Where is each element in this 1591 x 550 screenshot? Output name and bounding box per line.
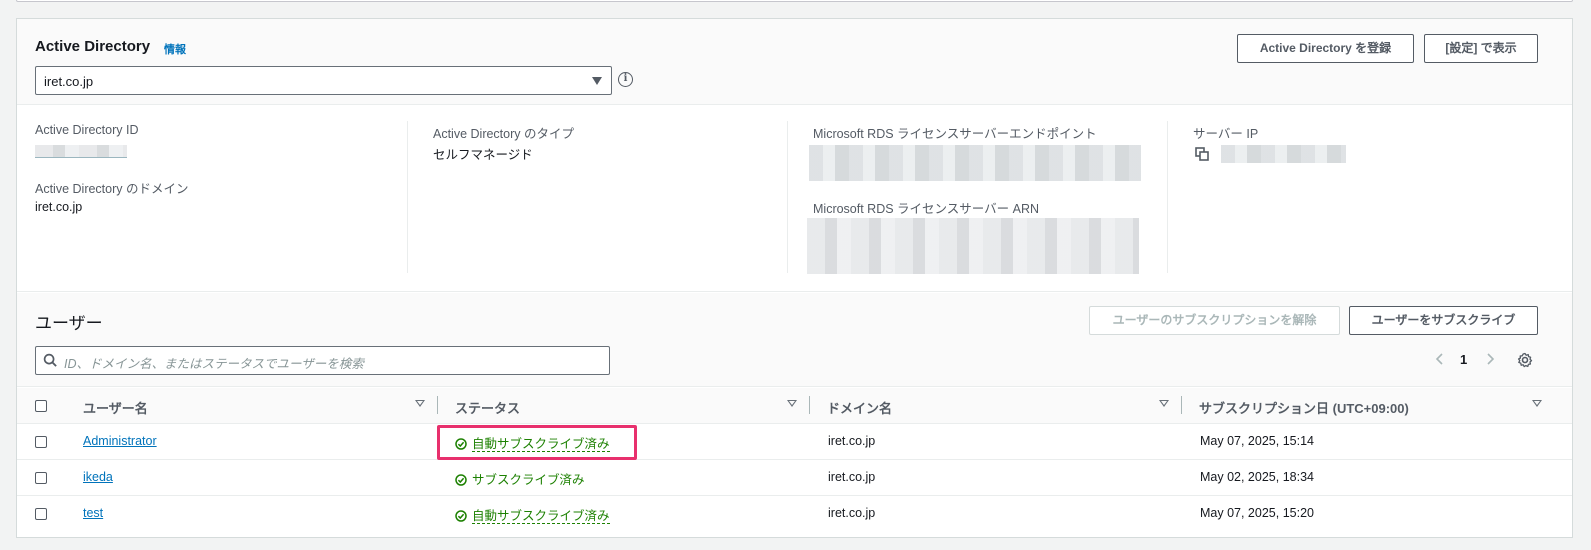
column-resizer[interactable] xyxy=(1181,396,1182,414)
column-header-domain[interactable]: ドメイン名 xyxy=(827,398,892,417)
ad-id-label: Active Directory ID xyxy=(35,123,139,137)
ad-header: Active Directory 情報 iret.co.jp i Active … xyxy=(17,19,1572,105)
subscription-date-cell: May 07, 2025, 15:14 xyxy=(1200,434,1314,448)
sort-icon[interactable] xyxy=(787,400,797,407)
status-badge: サブスクライブ済み xyxy=(455,469,585,488)
check-circle-icon xyxy=(455,510,467,522)
column-divider xyxy=(787,121,788,273)
sort-icon[interactable] xyxy=(1159,400,1169,407)
select-all-checkbox[interactable] xyxy=(35,400,47,412)
check-circle-icon xyxy=(455,474,467,486)
ad-domain-label: Active Directory のドメイン xyxy=(35,182,189,196)
column-resizer[interactable] xyxy=(809,396,810,414)
highlight-box xyxy=(437,425,637,460)
chevron-right-icon[interactable] xyxy=(1485,352,1495,366)
table-row: ikeda サブスクライブ済み iret.co.jp May 02, 2025,… xyxy=(17,460,1572,496)
view-in-settings-button[interactable]: [設定] で表示 xyxy=(1424,34,1538,63)
ad-select-value: iret.co.jp xyxy=(44,74,94,89)
rds-arn-value-redacted xyxy=(807,218,1139,274)
info-icon[interactable]: i xyxy=(618,72,633,87)
top-panel-edge xyxy=(16,0,1573,2)
server-ip-value-redacted xyxy=(1221,145,1346,163)
status-badge: 自動サブスクライブ済み xyxy=(455,505,610,524)
rds-endpoint-label: Microsoft RDS ライセンスサーバーエンドポイント xyxy=(813,127,1097,141)
column-header-subscription-date[interactable]: サブスクリプション日 (UTC+09:00) xyxy=(1199,398,1409,417)
subscribe-users-button[interactable]: ユーザーをサブスクライブ xyxy=(1349,306,1538,335)
status-text[interactable]: 自動サブスクライブ済み xyxy=(472,509,610,524)
gear-icon[interactable] xyxy=(1517,352,1533,368)
register-ad-button[interactable]: Active Directory を登録 xyxy=(1237,34,1414,63)
rds-arn-label: Microsoft RDS ライセンスサーバー ARN xyxy=(813,202,1040,216)
users-title: ユーザー xyxy=(35,314,103,333)
row-checkbox[interactable] xyxy=(35,508,47,520)
search-icon xyxy=(43,353,57,367)
chevron-left-icon[interactable] xyxy=(1435,352,1445,366)
username-link[interactable]: Administrator xyxy=(83,434,157,448)
domain-cell: iret.co.jp xyxy=(828,434,876,448)
ad-details: Active Directory ID Active Directory のドメ… xyxy=(17,105,1572,292)
ad-type-label: Active Directory のタイプ xyxy=(433,127,574,141)
page-number[interactable]: 1 xyxy=(1460,352,1467,367)
ad-select[interactable]: iret.co.jp xyxy=(35,66,612,95)
caret-down-icon xyxy=(592,77,602,85)
username-link[interactable]: test xyxy=(83,506,103,520)
column-header-username[interactable]: ユーザー名 xyxy=(83,398,148,417)
sort-icon[interactable] xyxy=(415,400,425,407)
username-link[interactable]: ikeda xyxy=(83,470,113,484)
active-directory-container: Active Directory 情報 iret.co.jp i Active … xyxy=(16,18,1573,538)
column-divider xyxy=(1167,121,1168,273)
info-link[interactable]: 情報 xyxy=(164,41,186,57)
subscription-date-cell: May 02, 2025, 18:34 xyxy=(1200,470,1314,484)
unsubscribe-users-button[interactable]: ユーザーのサブスクリプションを解除 xyxy=(1089,306,1340,335)
subscription-date-cell: May 07, 2025, 15:20 xyxy=(1200,506,1314,520)
table-row: test 自動サブスクライブ済み iret.co.jp May 07, 2025… xyxy=(17,496,1572,532)
user-search-input[interactable]: ID、ドメイン名、またはステータスでユーザーを検索 xyxy=(35,346,610,375)
table-header: ユーザー名 ステータス ドメイン名 サブスクリプション日 (UTC+09:00) xyxy=(17,388,1572,424)
column-divider xyxy=(407,121,408,273)
users-header: ユーザー ユーザーのサブスクリプションを解除 ユーザーをサブスクライブ ID、ド… xyxy=(17,293,1572,387)
ad-type-value: セルフマネージド xyxy=(433,148,533,162)
rds-endpoint-value-redacted xyxy=(809,145,1141,181)
status-text: サブスクライブ済み xyxy=(472,473,585,487)
domain-cell: iret.co.jp xyxy=(828,470,876,484)
search-placeholder: ID、ドメイン名、またはステータスでユーザーを検索 xyxy=(64,357,364,371)
domain-cell: iret.co.jp xyxy=(828,506,876,520)
server-ip-label: サーバー IP xyxy=(1193,127,1259,141)
column-header-status[interactable]: ステータス xyxy=(455,398,520,417)
sort-icon[interactable] xyxy=(1532,400,1542,407)
ad-id-value-redacted xyxy=(35,145,127,158)
column-resizer[interactable] xyxy=(437,396,438,414)
ad-domain-value: iret.co.jp xyxy=(35,200,83,214)
copy-icon[interactable] xyxy=(1195,147,1209,161)
row-checkbox[interactable] xyxy=(35,436,47,448)
row-checkbox[interactable] xyxy=(35,472,47,484)
ad-title: Active Directory xyxy=(35,38,151,55)
table-row: Administrator 自動サブスクライブ済み iret.co.jp May… xyxy=(17,424,1572,460)
